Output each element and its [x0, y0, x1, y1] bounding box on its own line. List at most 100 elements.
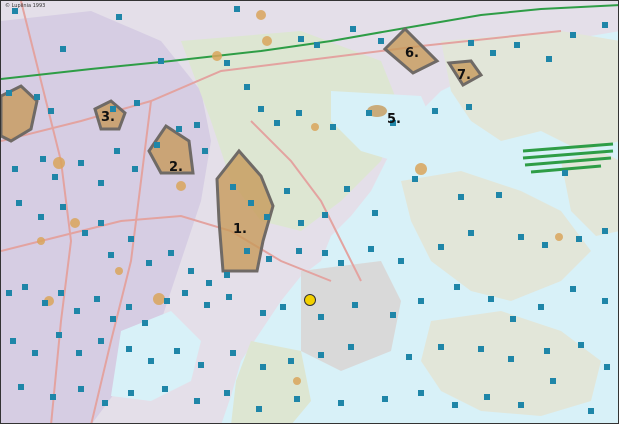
site-marker-icon[interactable] [146, 260, 152, 266]
site-marker-icon[interactable] [78, 160, 84, 166]
site-marker-icon[interactable] [588, 408, 594, 414]
site-marker-icon[interactable] [576, 236, 582, 242]
site-marker-icon[interactable] [126, 304, 132, 310]
site-marker-icon[interactable] [168, 250, 174, 256]
site-marker-icon[interactable] [230, 350, 236, 356]
site-marker-icon[interactable] [98, 338, 104, 344]
site-marker-icon[interactable] [484, 394, 490, 400]
site-marker-icon[interactable] [338, 400, 344, 406]
site-marker-icon[interactable] [288, 358, 294, 364]
site-marker-icon[interactable] [248, 200, 254, 206]
site-marker-icon[interactable] [76, 350, 82, 356]
site-marker-icon[interactable] [562, 170, 568, 176]
site-marker-icon[interactable] [274, 120, 280, 126]
site-marker-icon[interactable] [260, 310, 266, 316]
site-marker-icon[interactable] [128, 390, 134, 396]
site-marker-icon[interactable] [174, 348, 180, 354]
site-marker-icon[interactable] [368, 246, 374, 252]
site-marker-icon[interactable] [202, 148, 208, 154]
site-marker-icon[interactable] [158, 58, 164, 64]
site-marker-icon[interactable] [226, 294, 232, 300]
site-marker-icon[interactable] [314, 42, 320, 48]
site-marker-icon[interactable] [330, 124, 336, 130]
site-marker-icon[interactable] [488, 296, 494, 302]
site-marker-icon[interactable] [116, 14, 122, 20]
site-marker-icon[interactable] [266, 256, 272, 262]
site-marker-icon[interactable] [22, 284, 28, 290]
site-marker-icon[interactable] [570, 286, 576, 292]
site-marker-icon[interactable] [34, 94, 40, 100]
site-marker-icon[interactable] [164, 298, 170, 304]
site-marker-icon[interactable] [48, 108, 54, 114]
site-marker-icon[interactable] [60, 46, 66, 52]
site-marker-icon[interactable] [132, 166, 138, 172]
site-marker-icon[interactable] [176, 126, 182, 132]
site-marker-icon[interactable] [294, 396, 300, 402]
site-marker-icon[interactable] [602, 22, 608, 28]
site-marker-icon[interactable] [550, 378, 556, 384]
site-marker-icon[interactable] [344, 186, 350, 192]
site-marker-icon[interactable] [78, 386, 84, 392]
site-marker-icon[interactable] [398, 258, 404, 264]
site-marker-icon[interactable] [296, 110, 302, 116]
site-marker-icon[interactable] [412, 176, 418, 182]
site-marker-icon[interactable] [578, 342, 584, 348]
site-marker-icon[interactable] [32, 350, 38, 356]
site-marker-icon[interactable] [94, 296, 100, 302]
site-marker-icon[interactable] [142, 320, 148, 326]
site-marker-icon[interactable] [538, 304, 544, 310]
site-marker-icon[interactable] [52, 174, 58, 180]
site-marker-icon[interactable] [322, 250, 328, 256]
site-marker-icon[interactable] [110, 316, 116, 322]
site-marker-icon[interactable] [318, 314, 324, 320]
site-marker-icon[interactable] [438, 244, 444, 250]
site-marker-icon[interactable] [98, 180, 104, 186]
site-marker-icon[interactable] [510, 316, 516, 322]
site-marker-icon[interactable] [378, 38, 384, 44]
site-marker-icon[interactable] [58, 290, 64, 296]
site-marker-icon[interactable] [406, 354, 412, 360]
site-marker-icon[interactable] [452, 402, 458, 408]
site-marker-icon[interactable] [298, 36, 304, 42]
site-marker-icon[interactable] [50, 394, 56, 400]
site-marker-icon[interactable] [546, 56, 552, 62]
site-marker-icon[interactable] [298, 220, 304, 226]
site-marker-icon[interactable] [478, 346, 484, 352]
site-marker-icon[interactable] [518, 234, 524, 240]
site-marker-icon[interactable] [16, 200, 22, 206]
site-marker-icon[interactable] [128, 236, 134, 242]
site-marker-icon[interactable] [154, 142, 160, 148]
site-marker-icon[interactable] [318, 352, 324, 358]
site-marker-icon[interactable] [12, 166, 18, 172]
site-marker-icon[interactable] [352, 302, 358, 308]
site-marker-icon[interactable] [194, 398, 200, 404]
site-marker-icon[interactable] [6, 290, 12, 296]
site-marker-icon[interactable] [204, 302, 210, 308]
site-marker-icon[interactable] [74, 308, 80, 314]
site-marker-icon[interactable] [230, 184, 236, 190]
site-marker-icon[interactable] [42, 300, 48, 306]
site-marker-icon[interactable] [602, 298, 608, 304]
site-marker-icon[interactable] [224, 272, 230, 278]
site-marker-icon[interactable] [108, 252, 114, 258]
site-marker-icon[interactable] [544, 348, 550, 354]
site-marker-icon[interactable] [458, 194, 464, 200]
site-marker-icon[interactable] [234, 6, 240, 12]
site-marker-icon[interactable] [98, 220, 104, 226]
site-marker-icon[interactable] [390, 312, 396, 318]
site-marker-icon[interactable] [260, 364, 266, 370]
site-marker-icon[interactable] [348, 344, 354, 350]
site-marker-icon[interactable] [418, 298, 424, 304]
site-marker-icon[interactable] [418, 390, 424, 396]
site-marker-icon[interactable] [508, 356, 514, 362]
site-marker-icon[interactable] [256, 406, 262, 412]
site-marker-icon[interactable] [10, 338, 16, 344]
site-marker-icon[interactable] [604, 364, 610, 370]
site-marker-icon[interactable] [148, 358, 154, 364]
site-marker-icon[interactable] [350, 26, 356, 32]
site-marker-icon[interactable] [134, 100, 140, 106]
site-marker-icon[interactable] [432, 108, 438, 114]
site-marker-icon[interactable] [322, 212, 328, 218]
site-marker-icon[interactable] [518, 402, 524, 408]
site-marker-icon[interactable] [296, 248, 302, 254]
